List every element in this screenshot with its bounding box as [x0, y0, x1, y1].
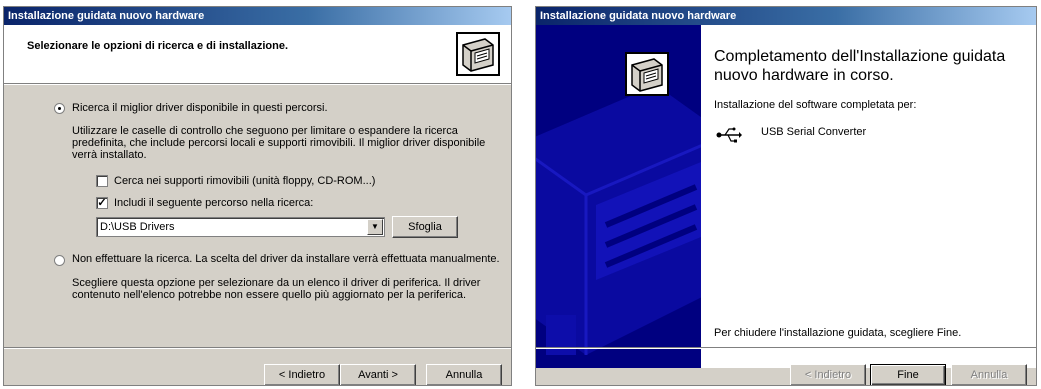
finish-button[interactable]: Fine [870, 364, 946, 385]
footer-separator [536, 347, 1036, 349]
wizard-sidebar-graphic [536, 25, 701, 368]
dialog-title: Installazione guidata nuovo hardware [4, 7, 511, 25]
finish-instructions: Per chiudere l'installazione guidata, sc… [714, 327, 962, 339]
device-name: USB Serial Converter [761, 126, 867, 138]
back-button[interactable]: < Indietro [790, 364, 866, 385]
browse-button[interactable]: Sfoglia [392, 216, 458, 238]
usb-icon [716, 127, 742, 143]
search-option-radio[interactable] [54, 103, 65, 114]
next-button[interactable]: Avanti > [340, 364, 416, 385]
include-path-label[interactable]: Includi il seguente percorso nella ricer… [114, 197, 313, 209]
search-option-label[interactable]: Ricerca il miglior driver disponibile in… [72, 102, 328, 114]
back-button[interactable]: < Indietro [264, 364, 340, 385]
completion-heading: Completamento dell'Installazione guidata… [714, 48, 1006, 84]
search-options-dialog: Installazione guidata nuovo hardware Sel… [3, 6, 512, 386]
chevron-down-icon[interactable]: ▼ [367, 219, 383, 235]
path-combo[interactable]: D:\USB Drivers ▼ [96, 217, 385, 237]
footer-separator [4, 347, 511, 349]
dialog-header: Selezionare le opzioni di ricerca e di i… [4, 25, 511, 84]
manual-option-label[interactable]: Non effettuare la ricerca. La scelta del… [72, 253, 500, 265]
hardware-wizard-icon [625, 52, 669, 96]
completion-dialog: Installazione guidata nuovo hardware Com… [535, 6, 1037, 386]
header-title: Selezionare le opzioni di ricerca e di i… [27, 40, 289, 52]
cancel-button[interactable]: Annulla [426, 364, 502, 385]
include-path-checkbox[interactable]: ✓ [96, 197, 108, 209]
dialog-title: Installazione guidata nuovo hardware [536, 7, 1036, 25]
manual-option-description: Scegliere questa opzione per selezionare… [72, 277, 481, 301]
completed-for-label: Installazione del software completata pe… [714, 99, 917, 111]
sidebar-hardware-art [536, 25, 701, 368]
removable-media-label[interactable]: Cerca nei supporti rimovibili (unità flo… [114, 175, 375, 187]
manual-option-radio[interactable] [54, 255, 65, 266]
cancel-button[interactable]: Annulla [951, 364, 1027, 385]
path-value: D:\USB Drivers [100, 221, 175, 233]
content-panel: Completamento dell'Installazione guidata… [701, 25, 1036, 368]
hardware-wizard-icon [456, 32, 500, 76]
search-option-description: Utilizzare le caselle di controllo che s… [72, 125, 486, 161]
removable-media-checkbox[interactable] [96, 175, 108, 187]
